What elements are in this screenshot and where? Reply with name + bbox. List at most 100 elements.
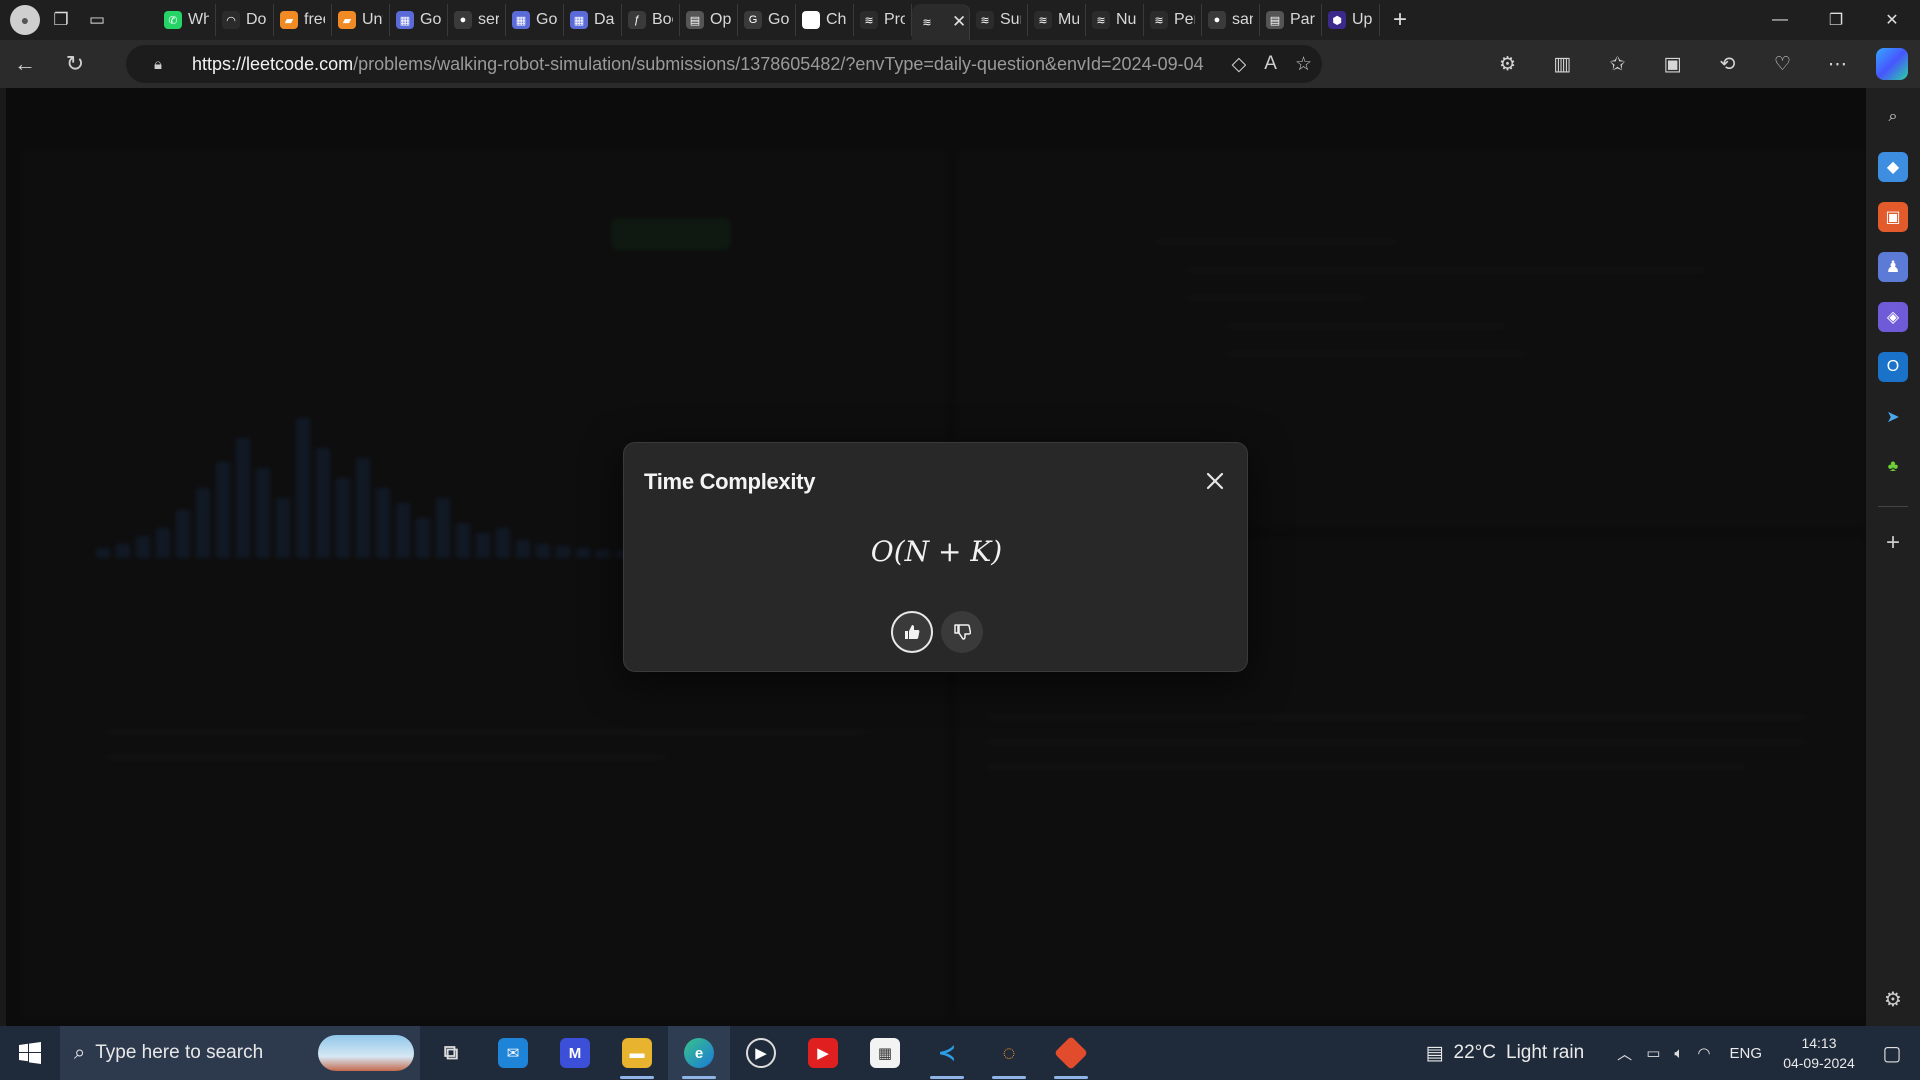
shopping-tag-icon[interactable]: ◆ [1878,152,1908,182]
browser-tab[interactable]: ● serp [448,4,506,36]
youtube-app[interactable]: ▶ [792,1026,854,1080]
tab-actions-icon[interactable]: ▭ [82,5,112,35]
clock-time: 14:13 [1801,1035,1837,1051]
back-button[interactable]: ← [0,40,50,88]
split-screen-icon[interactable]: ▥ [1535,40,1590,88]
minimize-button[interactable]: — [1752,0,1808,40]
profile-avatar-icon[interactable]: ● [10,5,40,35]
collections-icon[interactable]: ▣ [1645,40,1700,88]
tab-title: Unti [362,11,383,28]
tab-title: Perr [1174,11,1195,28]
browser-tab[interactable]: ≋ Nun [1086,4,1144,36]
microsoft-store-app[interactable]: ▦ [854,1026,916,1080]
document-icon: ▤ [686,11,704,29]
task-view-button[interactable]: ⧉ [420,1026,482,1080]
browser-tab[interactable]: G Goo [738,4,796,36]
add-sidebar-app-icon[interactable]: + [1878,528,1908,558]
tab-active[interactable]: ≋ ✕ [912,4,970,40]
thumbs-up-icon [904,625,919,639]
close-window-button[interactable]: ✕ [1864,0,1920,40]
browser-tab[interactable]: ≋ Perr [1144,4,1202,36]
whatsapp-icon: ✆ [164,11,182,29]
volume-icon[interactable]: 🔈︎ [1674,1045,1683,1062]
outlook-icon[interactable]: O [1878,352,1908,382]
battery-icon[interactable]: ▭ [1646,1044,1660,1062]
restore-button[interactable]: ❐ [1808,0,1864,40]
browser-tab[interactable]: ≋ Prob [854,4,912,36]
browser-tab[interactable]: ⬢ Upg [1322,4,1380,36]
media-player-app[interactable]: ▶ [730,1026,792,1080]
close-icon[interactable] [1197,463,1233,499]
tab-title: Upg [1352,11,1373,28]
clock[interactable]: 14:13 04-09-2024 [1774,1033,1864,1073]
browser-tab[interactable]: ▰ Unti [332,4,390,36]
browser-tab[interactable]: ≋ Mul [1028,4,1086,36]
telegram-icon[interactable]: ➤ [1878,402,1908,432]
favorite-star-icon[interactable]: ☆ [1295,53,1312,76]
search-icon[interactable]: ⌕ [1878,102,1908,132]
file-explorer-app[interactable]: ▬ [606,1026,668,1080]
formula-icon: ƒ [628,11,646,29]
maths-app[interactable]: M [544,1026,606,1080]
browser-tab[interactable]: ◠ Doc [216,4,274,36]
tree-icon[interactable]: ♣ [1878,452,1908,482]
thumbs-up-button[interactable] [890,611,933,653]
openai-icon: ✺ [802,11,820,29]
start-button[interactable] [0,1026,60,1080]
browser-tab[interactable]: ▤ Paris [1260,4,1322,36]
browser-tab[interactable]: ▰ free [274,4,332,36]
time-complexity-dialog: Time Complexity O(N + K) [623,442,1248,672]
workspaces-icon[interactable]: ❐ [46,5,76,35]
tab-title: Mul [1058,11,1079,28]
mail-app[interactable]: ✉ [482,1026,544,1080]
tab-title: sam [1232,11,1253,28]
edge-browser-app[interactable]: e [668,1026,730,1080]
grid-icon: ▦ [512,11,530,29]
taskbar-search[interactable]: ⌕ Type here to search [60,1026,420,1080]
read-aloud-icon[interactable]: A [1264,53,1277,75]
browser-tab[interactable]: ▦ Goo [506,4,564,36]
copilot-icon[interactable] [1876,48,1908,80]
sidebar-settings-icon[interactable]: ⚙ [1878,984,1908,1014]
browser-tab[interactable]: ● sam [1202,4,1260,36]
browser-tab[interactable]: ƒ Bool [622,4,680,36]
browser-tab[interactable]: ✺ Chat [796,4,854,36]
browser-tab[interactable]: ≋ Sum [970,4,1028,36]
browser-tab[interactable]: ✆ Wha [158,4,216,36]
performance-icon[interactable]: ♡ [1755,40,1810,88]
thumbs-down-button[interactable] [940,611,983,653]
windows-logo-icon [19,1042,41,1064]
refresh-button[interactable]: ↻ [50,40,100,88]
tag-icon[interactable]: ◇ [1232,53,1247,76]
extensions-icon[interactable]: ⚙︎ [1480,40,1535,88]
chevron-up-icon[interactable]: ︿ [1617,1043,1632,1064]
input-language[interactable]: ENG [1729,1045,1762,1062]
microsoft-365-icon[interactable]: ◈ [1878,302,1908,332]
notifications-icon[interactable]: ▢ [1864,1041,1920,1066]
tools-briefcase-icon[interactable]: ▣ [1878,202,1908,232]
wifi-icon[interactable]: ◠ [1697,1044,1710,1062]
more-options-icon[interactable]: ⋯ [1810,40,1865,88]
favorites-icon[interactable]: ✩ [1590,40,1645,88]
lock-icon[interactable]: 🔒︎ [140,56,176,73]
search-highlight-image [318,1035,414,1071]
weather-widget[interactable]: ▤ 22°C Light rain [1426,1042,1585,1065]
jupyter-app[interactable]: ◌ [978,1026,1040,1080]
browser-tab[interactable]: ▦ Dash [564,4,622,36]
address-bar[interactable]: 🔒︎ https://leetcode.com/problems/walking… [126,45,1322,83]
games-icon[interactable]: ♟ [1878,252,1908,282]
leetcode-icon: ≋ [860,11,878,29]
tab-list: ✆ Wha ◠ Doc ▰ free ▰ Unti ▦ Goo ● serp ▦ Goo ▦ Dashƒ Boo… [158,0,1380,40]
leetcode-icon: ≋ [1092,11,1110,29]
new-tab-button[interactable]: + [1380,6,1420,34]
window-controls: — ❐ ✕ [1752,0,1920,40]
vscode-app[interactable]: ≺ [916,1026,978,1080]
git-app[interactable] [1040,1026,1102,1080]
tab-title: Nun [1116,11,1137,28]
browser-toolbar-icons: ⚙︎ ▥ ✩ ▣ ⟲ ♡ ⋯ [1480,40,1865,88]
close-tab-icon[interactable]: ✕ [952,12,966,32]
browser-tab[interactable]: ▦ Goo [390,4,448,36]
history-icon[interactable]: ⟲ [1700,40,1755,88]
url-text[interactable]: https://leetcode.com/problems/walking-ro… [192,54,1204,75]
browser-tab[interactable]: ▤ Ope [680,4,738,36]
